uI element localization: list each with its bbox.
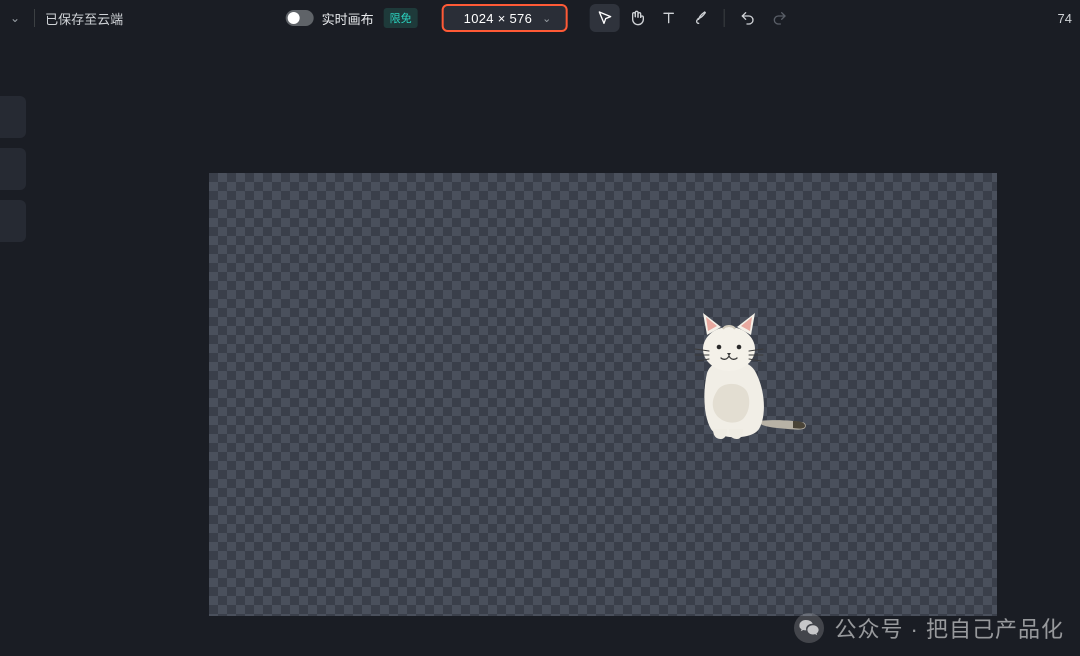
hand-tool[interactable] (621, 4, 651, 32)
wechat-icon (794, 613, 824, 643)
menu-chevron-down-icon[interactable]: ⌄ (6, 11, 24, 25)
right-counter: 74 (1058, 11, 1072, 26)
canvas[interactable] (209, 173, 997, 616)
brush-tool[interactable] (685, 4, 715, 32)
canvas-size-dropdown[interactable]: 1024 × 576 ⌄ (442, 4, 568, 32)
toolbar-right: 74 (1058, 0, 1072, 36)
save-status: 已保存至云端 (45, 9, 123, 28)
redo-button[interactable] (764, 4, 794, 32)
canvas-size-text: 1024 × 576 (464, 11, 532, 26)
undo-button[interactable] (732, 4, 762, 32)
cursor-tool[interactable] (589, 4, 619, 32)
tool-icons (589, 4, 794, 32)
text-tool[interactable] (653, 4, 683, 32)
left-tab-2[interactable] (0, 148, 26, 190)
realtime-label: 实时画布 (322, 9, 374, 28)
realtime-toggle[interactable] (286, 10, 314, 26)
left-tab-3[interactable] (0, 200, 26, 242)
cat-illustration (659, 311, 809, 446)
vertical-divider (723, 9, 724, 27)
chevron-down-icon: ⌄ (542, 12, 551, 25)
watermark: 公众号 · 把自己产品化 (794, 612, 1064, 644)
watermark-text: 公众号 · 把自己产品化 (834, 612, 1064, 644)
free-badge: 限免 (384, 8, 418, 28)
toolbar-center: 实时画布 限免 1024 × 576 ⌄ (286, 4, 795, 32)
top-toolbar: ⌄ 已保存至云端 实时画布 限免 1024 × 576 ⌄ (0, 0, 1080, 36)
left-tab-1[interactable] (0, 96, 26, 138)
left-panel-tabs (0, 96, 26, 242)
vertical-divider (34, 9, 35, 27)
toolbar-left: ⌄ 已保存至云端 (0, 9, 123, 28)
